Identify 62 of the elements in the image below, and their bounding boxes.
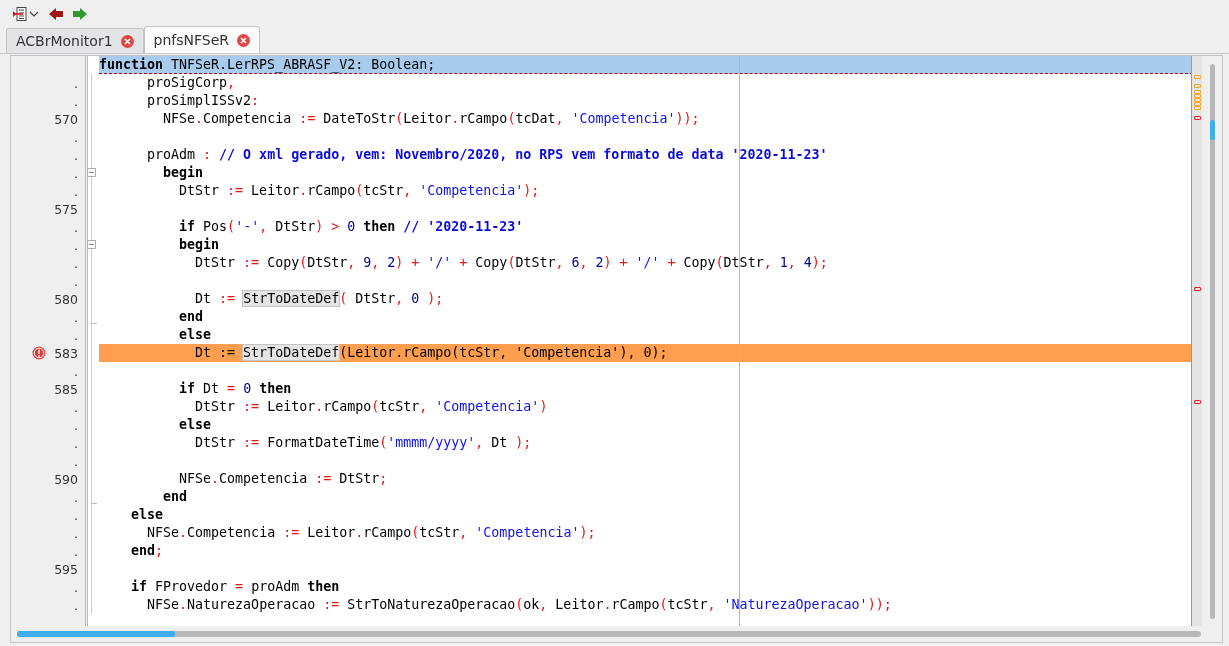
code-line: if Pos('-', DtStr) > 0 then // '2020-11-23': [178, 218, 525, 236]
line-number: .: [74, 489, 78, 505]
line-number: .: [74, 273, 78, 289]
line-number: .: [74, 129, 78, 145]
line-number: .: [74, 147, 78, 163]
code-line: DtStr := Leitor.rCampo(tcStr, 'Competencia'): [194, 398, 549, 416]
code-line: DtStr := Copy(DtStr, 9, 2) + '/' + Copy(DtStr, 6, 2) + '/' + Copy(DtStr, 1, 4);: [194, 254, 829, 272]
code-line: NFSe.NaturezaOperacao := StrToNaturezaOperacao(ok, Leitor.rCampo(tcStr, 'NaturezaOperacao'));: [146, 596, 893, 614]
vertical-scrollbar[interactable]: [1209, 64, 1215, 619]
fold-toggle-icon[interactable]: [87, 240, 96, 249]
close-icon[interactable]: [237, 33, 251, 47]
editor-tab[interactable]: ACBrMonitor1: [6, 28, 144, 53]
line-number: .: [74, 327, 78, 343]
line-number: 585: [54, 381, 78, 397]
line-number: .: [74, 507, 78, 523]
line-number: 583: [54, 345, 78, 361]
code-line: proSigCorp,: [146, 74, 237, 92]
line-number: .: [74, 597, 78, 613]
horizontal-scrollbar[interactable]: [17, 631, 1201, 637]
line-number: .: [74, 453, 78, 469]
code-line: NFSe.Competencia := Leitor.rCampo(tcStr, 'Competencia');: [146, 524, 597, 542]
close-icon[interactable]: [120, 34, 134, 48]
editor-tab[interactable]: pnfsNFSeR: [143, 26, 261, 53]
code-line: Dt := StrToDateDef( DtStr, 0 );: [194, 290, 445, 308]
line-number: .: [74, 255, 78, 271]
line-number: .: [74, 219, 78, 235]
line-number: .: [74, 363, 78, 379]
code-line: if Dt = 0 then: [178, 380, 293, 398]
code-line: end;: [130, 542, 165, 560]
code-line: else: [130, 506, 165, 524]
line-number: .: [74, 75, 78, 91]
code-line: end: [162, 488, 189, 506]
line-number: 590: [54, 471, 78, 487]
fold-toggle-icon[interactable]: [87, 168, 96, 177]
code-line: else: [178, 326, 213, 344]
code-line: DtStr := FormatDateTime('mmmm/yyyy', Dt );: [194, 434, 533, 452]
code-line: begin: [178, 236, 221, 254]
line-number: .: [74, 579, 78, 595]
line-number: .: [74, 525, 78, 541]
line-number: .: [74, 183, 78, 199]
line-number: .: [74, 543, 78, 559]
code-line: else: [178, 416, 213, 434]
code-line: DtStr := Leitor.rCampo(tcStr, 'Competencia');: [178, 182, 541, 200]
line-number: .: [74, 435, 78, 451]
line-number: .: [74, 93, 78, 109]
line-number: .: [74, 165, 78, 181]
line-number: 570: [54, 111, 78, 127]
line-number: 595: [54, 561, 78, 577]
code-line: end: [178, 308, 205, 326]
line-number: 580: [54, 291, 78, 307]
line-number: 575: [54, 201, 78, 217]
line-number: .: [74, 309, 78, 325]
line-number: .: [74, 237, 78, 253]
line-number: .: [74, 417, 78, 433]
code-line: NFSe.Competencia := DateToStr(Leitor.rCampo(tcDat, 'Competencia'));: [162, 110, 701, 128]
overview-ruler[interactable]: [1191, 56, 1202, 626]
code-line: if FProvedor = proAdm then: [130, 578, 341, 596]
code-line: proAdm : // O xml gerado, vem: Novembro/2020, no RPS vem formato de data '2020-11-23': [146, 146, 829, 164]
code-line: NFSe.Competencia := DtStr;: [178, 470, 389, 488]
code-line: proSimplISSv2:: [146, 92, 261, 110]
code-line: begin: [162, 164, 205, 182]
line-number: .: [74, 399, 78, 415]
